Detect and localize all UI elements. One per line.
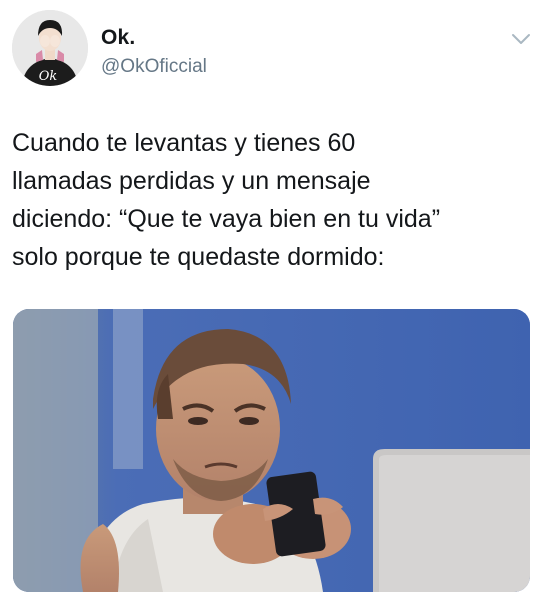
tweet-photo[interactable] xyxy=(13,309,530,592)
tweet-card: Ok Ok. @OkOficcial Cuando te levantas y … xyxy=(0,0,541,600)
tweet-text: Cuando te levantas y tienes 60 llamadas … xyxy=(12,129,441,271)
avatar-illustration: Ok xyxy=(12,10,88,86)
chevron-down-icon[interactable] xyxy=(510,30,532,48)
avatar[interactable]: Ok xyxy=(12,10,88,86)
photo-illustration xyxy=(13,309,530,592)
user-handle[interactable]: @OkOficcial xyxy=(101,56,207,78)
avatar-monogram: Ok xyxy=(39,69,58,84)
display-name[interactable]: Ok. xyxy=(101,26,135,50)
